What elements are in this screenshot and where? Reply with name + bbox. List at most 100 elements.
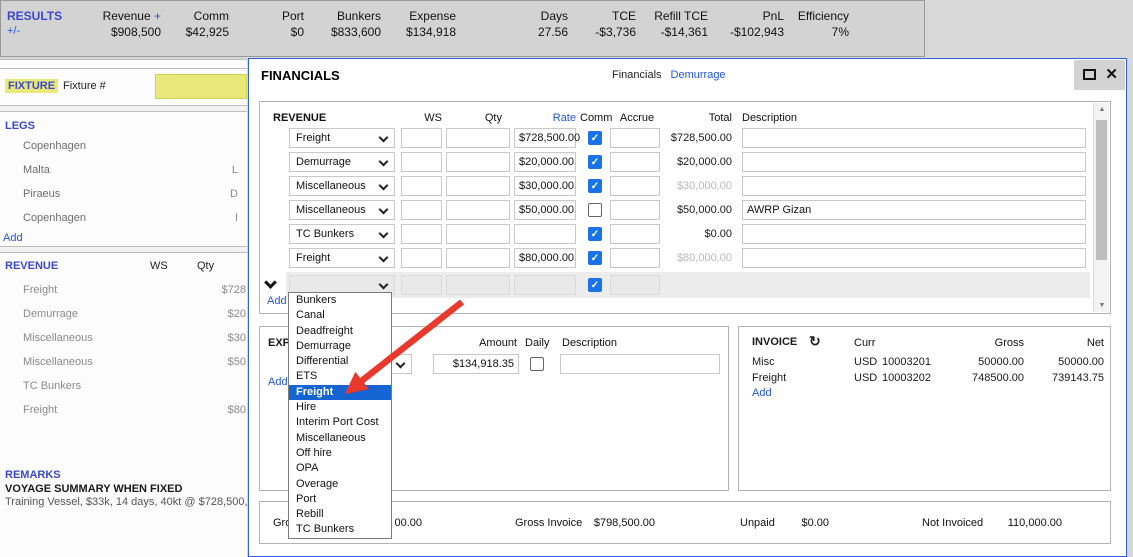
menu-item-tc-bunkers[interactable]: TC Bunkers [289, 522, 391, 537]
qty-input[interactable] [446, 200, 510, 220]
scroll-up-icon[interactable]: ▲ [1094, 106, 1110, 113]
accrue-input[interactable] [610, 275, 660, 295]
qty-input[interactable] [446, 128, 510, 148]
menu-item-overage[interactable]: Overage [289, 477, 391, 492]
refresh-icon[interactable]: ↻ [809, 333, 821, 350]
ws-input[interactable] [401, 128, 442, 148]
revenue-type-select[interactable]: Demurrage [289, 152, 395, 172]
sidebar-revenue-row[interactable]: Miscellaneous$50 [0, 350, 247, 374]
comm-checkbox[interactable] [588, 131, 602, 145]
ws-input[interactable] [401, 200, 442, 220]
add-revenue-link[interactable]: Add [267, 295, 287, 307]
scroll-down-icon[interactable]: ▼ [1094, 302, 1110, 309]
description-input[interactable] [742, 128, 1086, 148]
expense-amount-input[interactable]: $134,918.35 [433, 354, 519, 374]
invoice-row[interactable]: Misc USD 10003201 50000.00 50000.00 [739, 354, 1110, 370]
leg-row[interactable]: Copenhagen [0, 134, 247, 158]
accrue-input[interactable] [610, 224, 660, 244]
scrollbar-thumb[interactable] [1096, 120, 1107, 260]
rate-input[interactable] [514, 224, 576, 244]
results-expand-toggle[interactable]: +/- [7, 24, 61, 39]
expense-description-input[interactable] [560, 354, 720, 374]
sidebar-revenue-row[interactable]: Miscellaneous$30 [0, 326, 247, 350]
ws-input[interactable] [401, 248, 442, 268]
col-header-amount: Amount [417, 337, 517, 349]
ws-input[interactable] [401, 275, 442, 295]
menu-item-bunkers[interactable]: Bunkers [289, 293, 391, 308]
nav-tab-financials[interactable]: Financials [612, 69, 662, 81]
rate-input[interactable]: $30,000.00 [514, 176, 576, 196]
qty-input[interactable] [446, 152, 510, 172]
leg-row[interactable]: LMalta [0, 158, 247, 182]
menu-item-hire[interactable]: Hire [289, 400, 391, 415]
description-input[interactable] [742, 176, 1086, 196]
menu-item-differential[interactable]: Differential [289, 354, 391, 369]
menu-item-miscellaneous[interactable]: Miscellaneous [289, 431, 391, 446]
description-input[interactable] [742, 248, 1086, 268]
add-invoice-link[interactable]: Add [752, 387, 772, 399]
menu-item-freight-selected[interactable]: Freight [289, 385, 391, 400]
rate-input[interactable]: $728,500.00 [514, 128, 576, 148]
sidebar-revenue-row[interactable]: Freight$728 [0, 278, 247, 302]
revenue-type-select[interactable]: Miscellaneous [289, 176, 395, 196]
daily-checkbox[interactable] [530, 357, 544, 371]
sidebar-revenue-row[interactable]: TC Bunkers [0, 374, 247, 398]
close-icon[interactable]: ✕ [1105, 65, 1118, 83]
menu-item-canal[interactable]: Canal [289, 308, 391, 323]
description-input[interactable] [742, 224, 1086, 244]
accrue-input[interactable] [610, 128, 660, 148]
ws-input[interactable] [401, 176, 442, 196]
comm-checkbox[interactable] [588, 179, 602, 193]
rate-input[interactable]: $80,000.00 [514, 248, 576, 268]
comm-checkbox[interactable] [588, 155, 602, 169]
revenue-type-select[interactable]: Freight [289, 128, 395, 148]
remarks-section: REMARKS VOYAGE SUMMARY WHEN FIXED Traini… [0, 468, 247, 509]
menu-item-ets[interactable]: ETS [289, 369, 391, 384]
rate-input[interactable] [514, 275, 576, 295]
menu-item-off-hire[interactable]: Off hire [289, 446, 391, 461]
leg-row[interactable]: ICopenhagen [0, 206, 247, 230]
accrue-input[interactable] [610, 200, 660, 220]
menu-item-deadfreight[interactable]: Deadfreight [289, 324, 391, 339]
ws-input[interactable] [401, 152, 442, 172]
menu-item-opa[interactable]: OPA [289, 461, 391, 476]
add-expense-link[interactable]: Add [268, 376, 288, 388]
accrue-input[interactable] [610, 248, 660, 268]
col-header-rate-link[interactable]: Rate [514, 112, 576, 124]
revenue-plus-link[interactable]: + [154, 9, 161, 23]
comm-checkbox[interactable] [588, 278, 602, 292]
accrue-input[interactable] [610, 176, 660, 196]
menu-item-interim-port-cost[interactable]: Interim Port Cost [289, 415, 391, 430]
accrue-input[interactable] [610, 152, 660, 172]
ws-input[interactable] [401, 224, 442, 244]
invoice-row[interactable]: Freight USD 10003202 748500.00 739143.75 [739, 370, 1110, 386]
rate-input[interactable]: $50,000.00 [514, 200, 576, 220]
rate-input[interactable]: $20,000.00 [514, 152, 576, 172]
description-input[interactable] [742, 152, 1086, 172]
fixture-number-input[interactable] [155, 74, 247, 99]
revenue-type-select[interactable]: TC Bunkers [289, 224, 395, 244]
revenue-scrollbar[interactable]: ▲ ▼ [1093, 103, 1109, 312]
leg-row[interactable]: DPiraeus [0, 182, 247, 206]
nav-tab-demurrage[interactable]: Demurrage [671, 69, 726, 81]
qty-input[interactable] [446, 224, 510, 244]
comm-checkbox[interactable] [588, 227, 602, 241]
sidebar-revenue-row[interactable]: Demurrage$20 [0, 302, 247, 326]
revenue-type-select[interactable]: Freight [289, 248, 395, 268]
qty-input[interactable] [446, 275, 510, 295]
results-bar: RESULTS +/- Revenue + $908,500 Comm$42,9… [0, 0, 925, 57]
menu-item-port[interactable]: Port [289, 492, 391, 507]
menu-item-rebill[interactable]: Rebill [289, 507, 391, 522]
unpaid-value: $0.00 [760, 517, 829, 529]
qty-input[interactable] [446, 248, 510, 268]
col-header-accrue: Accrue [612, 112, 662, 124]
maximize-icon[interactable] [1083, 69, 1096, 80]
menu-item-demurrage[interactable]: Demurrage [289, 339, 391, 354]
sidebar-revenue-row[interactable]: Freight$80 [0, 398, 247, 422]
qty-input[interactable] [446, 176, 510, 196]
comm-checkbox[interactable] [588, 203, 602, 217]
col-header-qty: Qty [446, 112, 502, 124]
revenue-type-select[interactable]: Miscellaneous [289, 200, 395, 220]
comm-checkbox[interactable] [588, 251, 602, 265]
description-input[interactable]: AWRP Gizan [742, 200, 1086, 220]
